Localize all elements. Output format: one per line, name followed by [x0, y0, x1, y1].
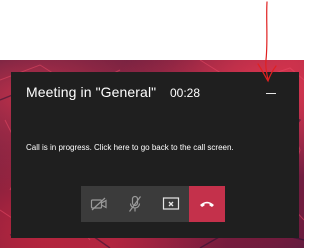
- screenshot: Meeting in "General" 00:28 Call is in pr…: [0, 0, 304, 248]
- meeting-title: Meeting in "General": [26, 84, 157, 100]
- microphone-off-icon: [129, 195, 141, 212]
- hang-up-icon: [200, 201, 214, 207]
- microphone-toggle-button[interactable]: [117, 186, 153, 222]
- camera-toggle-button[interactable]: [81, 186, 117, 222]
- minimize-button[interactable]: [262, 82, 280, 100]
- share-screen-button[interactable]: [153, 186, 189, 222]
- share-screen-icon: [162, 197, 180, 210]
- hang-up-button[interactable]: [189, 186, 225, 222]
- call-timer: 00:28: [170, 86, 201, 100]
- camera-off-icon: [90, 197, 107, 211]
- return-to-call-message[interactable]: Call is in progress. Click here to go ba…: [26, 143, 291, 153]
- meeting-popup[interactable]: Meeting in "General" 00:28 Call is in pr…: [11, 72, 299, 238]
- call-controls: [81, 186, 225, 222]
